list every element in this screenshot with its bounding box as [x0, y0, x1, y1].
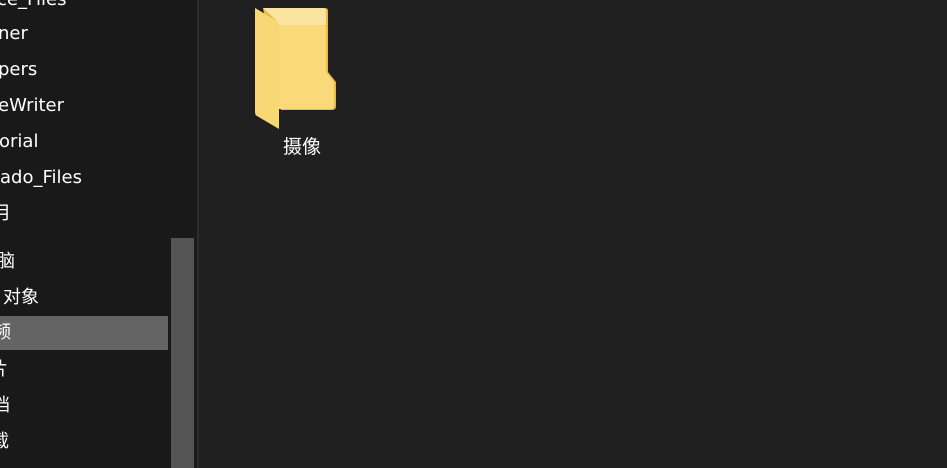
nav-item-documents[interactable]: 档	[0, 389, 168, 423]
nav-item-label: 月	[0, 203, 11, 224]
nav-item-papers[interactable]: pers	[0, 53, 168, 87]
nav-item-label: pers	[0, 59, 38, 80]
nav-scrollbar-track[interactable]	[171, 0, 194, 468]
nav-item-label: 档	[0, 395, 10, 416]
folder-icon	[255, 8, 336, 129]
nav-item-label: 对象	[3, 287, 39, 308]
nav-item-office-files[interactable]: ice_Files	[0, 0, 168, 17]
nav-item-month[interactable]: 月	[0, 197, 168, 231]
nav-item-writer[interactable]: eWriter	[0, 89, 168, 123]
nav-item-this-pc[interactable]: 脑	[0, 245, 168, 279]
nav-item-pictures[interactable]: 片	[0, 353, 168, 387]
nav-item-label: 片	[0, 353, 8, 387]
nav-item-label: 载	[0, 425, 9, 459]
nav-item-partner[interactable]: ner	[0, 17, 168, 51]
nav-item-label: ner	[0, 23, 28, 44]
nav-scrollbar-thumb[interactable]	[171, 238, 194, 468]
nav-item-label: eWriter	[0, 95, 64, 116]
nav-item-label: 频	[0, 322, 11, 343]
nav-item-label: ado_Files	[0, 167, 82, 188]
nav-item-label: orial	[0, 131, 39, 152]
nav-item-videos[interactable]: 频	[0, 316, 168, 350]
nav-item-tutorial[interactable]: orial	[0, 125, 168, 159]
file-explorer-window: ice_Files ner pers eWriter orial ado_Fil…	[0, 0, 947, 468]
nav-item-3d-objects[interactable]: 对象	[0, 281, 168, 315]
folder-item[interactable]: 摄像	[245, 0, 359, 170]
nav-item-ado-files[interactable]: ado_Files	[0, 161, 168, 195]
nav-item-label: 脑	[0, 251, 15, 272]
folder-name-label: 摄像	[282, 136, 321, 158]
navigation-pane: ice_Files ner pers eWriter orial ado_Fil…	[0, 0, 197, 468]
nav-item-label: ice_Files	[0, 0, 66, 17]
nav-item-downloads[interactable]: 载	[0, 425, 168, 459]
file-content-area[interactable]: 摄像	[199, 0, 947, 468]
